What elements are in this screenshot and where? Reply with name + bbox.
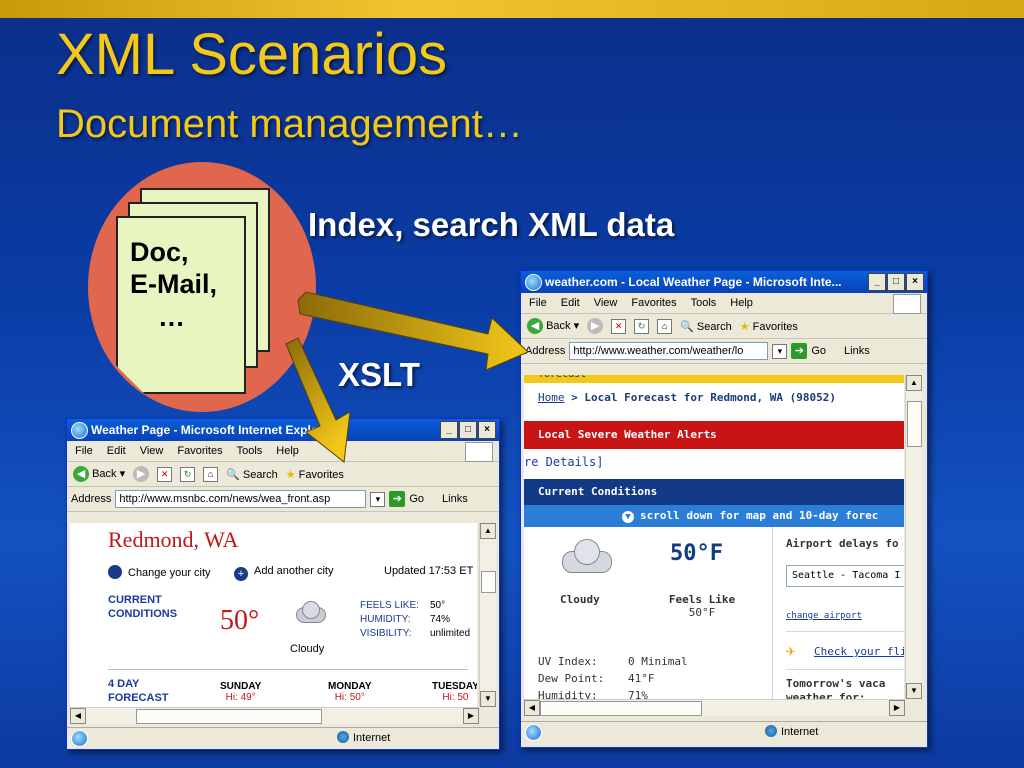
index-arrow-icon (297, 291, 529, 371)
xslt-arrow-icon (285, 337, 351, 463)
transform-arrows (285, 291, 529, 463)
